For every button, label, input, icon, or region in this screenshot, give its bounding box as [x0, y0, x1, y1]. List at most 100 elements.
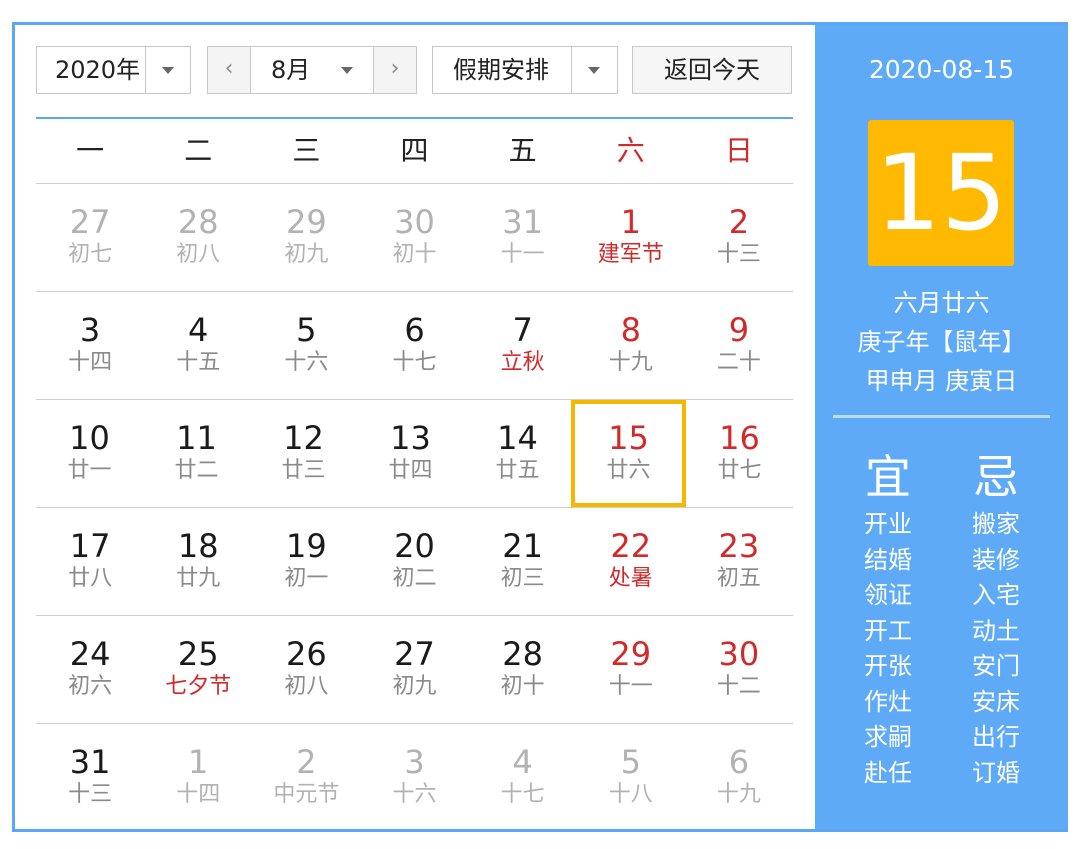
day-cell[interactable]: 16 廿七 [686, 400, 793, 507]
calendar-main: 2020年 ‹ 8月 › 假期安排 返回今天 一二三四五六日 27 初七 28 … [15, 25, 815, 829]
yi-title: 宜 [865, 450, 911, 504]
lunar-label: 廿六 [606, 458, 651, 483]
day-number: 17 [69, 527, 111, 565]
day-cell[interactable]: 26 初八 [252, 616, 360, 723]
day-cell[interactable]: 27 初七 [36, 184, 144, 291]
day-cell[interactable]: 17 廿八 [36, 508, 144, 615]
day-cell[interactable]: 21 初三 [469, 508, 577, 615]
day-number: 12 [283, 419, 324, 457]
day-cell[interactable]: 9 二十 [685, 292, 793, 399]
prev-month-button[interactable]: ‹ [208, 47, 250, 93]
day-cell[interactable]: 4 十五 [144, 292, 252, 399]
day-number: 14 [497, 419, 538, 457]
weekday-label: 三 [292, 134, 321, 167]
lunar-label: 七夕节 [165, 674, 232, 699]
day-cell[interactable]: 29 十一 [577, 616, 685, 723]
day-cell-selected[interactable]: 15 廿六 [571, 400, 686, 507]
day-cell[interactable]: 5 十六 [252, 292, 360, 399]
day-number: 4 [188, 311, 209, 349]
chevron-down-icon[interactable] [162, 67, 174, 74]
week-row: 17 廿八 18 廿九 19 初一 20 初二 21 初三 22 处暑 23 初五 [36, 508, 793, 616]
day-number: 6 [404, 311, 425, 349]
day-grid: 27 初七 28 初八 29 初九 30 初十 31 十一 1 建军节 2 十三 3 十四 4 十五 5 十六 6 十七 7… [36, 184, 793, 831]
day-cell[interactable]: 6 十九 [685, 724, 793, 831]
day-number: 28 [177, 203, 219, 241]
lunar-label: 十六 [392, 782, 437, 807]
holiday-select-value: 假期安排 [453, 56, 549, 84]
day-cell[interactable]: 28 初十 [469, 616, 577, 723]
week-row: 27 初七 28 初八 29 初九 30 初十 31 十一 1 建军节 2 十三 [36, 184, 793, 292]
holiday-select[interactable]: 假期安排 [432, 46, 618, 94]
ganzhi-month-day: 甲申月 庚寅日 [865, 367, 1018, 395]
day-cell[interactable]: 4 十七 [469, 724, 577, 831]
day-cell[interactable]: 31 十一 [469, 184, 577, 291]
day-cell[interactable]: 11 廿二 [143, 400, 250, 507]
day-number: 22 [610, 527, 652, 565]
day-number: 31 [502, 203, 543, 241]
calendar-widget: 2020年 ‹ 8月 › 假期安排 返回今天 一二三四五六日 27 初七 28 … [12, 22, 1068, 832]
year-select[interactable]: 2020年 [36, 46, 191, 94]
week-row: 3 十四 4 十五 5 十六 6 十七 7 立秋 8 十九 9 二十 [36, 292, 793, 400]
ji-item: 入宅 [972, 581, 1020, 609]
lunar-label: 十八 [608, 782, 653, 807]
ji-title: 忌 [973, 450, 1019, 504]
month-select-value: 8月 [271, 56, 311, 84]
big-day-number: 15 [868, 120, 1014, 266]
day-number: 15 [608, 419, 649, 457]
ji-item: 装修 [972, 545, 1020, 574]
chevron-down-icon[interactable] [588, 67, 600, 74]
day-cell[interactable]: 27 初九 [360, 616, 468, 723]
weekday-label: 一 [76, 134, 105, 167]
day-cell[interactable]: 31 十三 [36, 724, 144, 831]
day-cell[interactable]: 1 十四 [144, 724, 252, 831]
day-cell[interactable]: 13 廿四 [357, 400, 464, 507]
month-select[interactable]: ‹ 8月 › [207, 46, 417, 94]
day-cell[interactable]: 23 初五 [685, 508, 793, 615]
day-cell[interactable]: 14 廿五 [464, 400, 571, 507]
ji-list: 搬家 装修 入宅 动土 安门 安床 出行 订婚 [951, 507, 1041, 791]
day-cell[interactable]: 7 立秋 [469, 292, 577, 399]
chevron-down-icon[interactable] [341, 67, 353, 74]
day-number: 1 [620, 203, 641, 241]
lunar-label: 廿四 [388, 458, 433, 483]
day-cell[interactable]: 28 初八 [144, 184, 252, 291]
day-cell[interactable]: 8 十九 [577, 292, 685, 399]
day-number: 18 [177, 527, 219, 565]
day-cell[interactable]: 2 中元节 [252, 724, 360, 831]
day-number: 16 [719, 419, 760, 457]
day-cell[interactable]: 19 初一 [252, 508, 360, 615]
day-cell[interactable]: 1 建军节 [577, 184, 685, 291]
day-cell[interactable]: 10 廿一 [36, 400, 143, 507]
lunar-label: 十九 [716, 782, 761, 807]
day-cell[interactable]: 30 初十 [360, 184, 468, 291]
lunar-label: 十三 [716, 242, 761, 267]
day-cell[interactable]: 24 初六 [36, 616, 144, 723]
day-cell[interactable]: 25 七夕节 [144, 616, 252, 723]
lunar-label: 初一 [284, 566, 329, 591]
weekday-label: 四 [400, 134, 429, 167]
day-cell[interactable]: 29 初九 [252, 184, 360, 291]
lunar-label: 十六 [284, 350, 329, 375]
day-cell[interactable]: 5 十八 [577, 724, 685, 831]
lunar-label: 十二 [716, 674, 761, 699]
day-cell[interactable]: 22 处暑 [577, 508, 685, 615]
back-to-today-button[interactable]: 返回今天 [632, 46, 792, 94]
day-number: 30 [394, 203, 435, 241]
yi-item: 结婚 [864, 545, 912, 574]
lunar-label: 十七 [500, 782, 545, 807]
weekday-label: 六 [616, 134, 645, 167]
day-cell[interactable]: 30 十二 [685, 616, 793, 723]
day-cell[interactable]: 3 十六 [360, 724, 468, 831]
day-cell[interactable]: 12 廿三 [250, 400, 357, 507]
day-cell[interactable]: 3 十四 [36, 292, 144, 399]
divider [145, 47, 146, 93]
lunar-label: 初十 [500, 674, 545, 699]
day-number: 29 [285, 203, 327, 241]
day-cell[interactable]: 18 廿九 [144, 508, 252, 615]
day-cell[interactable]: 20 初二 [360, 508, 468, 615]
next-month-button[interactable]: › [374, 47, 416, 93]
lunar-label: 初十 [392, 242, 437, 267]
day-cell[interactable]: 2 十三 [685, 184, 793, 291]
day-cell[interactable]: 6 十七 [360, 292, 468, 399]
day-number: 30 [718, 635, 760, 673]
